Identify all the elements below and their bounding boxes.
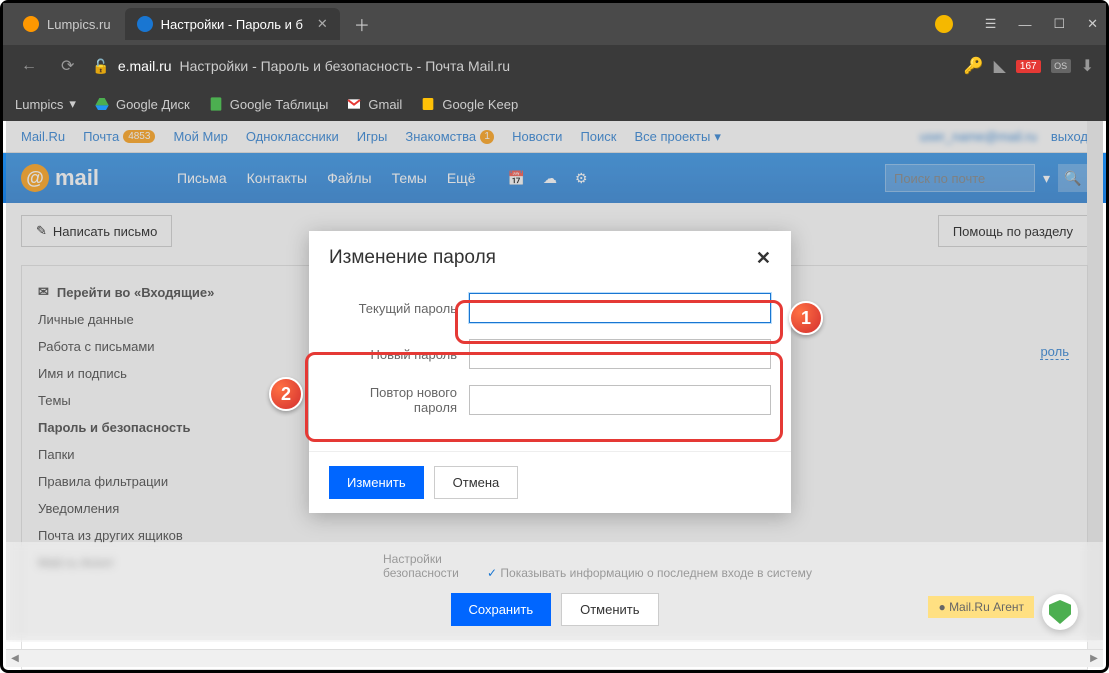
reload-button[interactable]: ⟳	[55, 56, 80, 76]
url-path: Настройки - Пароль и безопасность - Почт…	[180, 58, 510, 74]
extension-badge[interactable]: OS	[1051, 59, 1071, 73]
scroll-left-arrow[interactable]: ◀	[6, 651, 24, 667]
bookmark-gkeep[interactable]: Google Keep	[420, 96, 518, 112]
save-button[interactable]: Сохранить	[450, 593, 551, 626]
minimize-button[interactable]: —	[1018, 17, 1031, 32]
extension-icon[interactable]	[935, 15, 953, 33]
browser-titlebar: Lumpics.ru Настройки - Пароль и б ✕ ＋ ☰ …	[3, 3, 1106, 45]
browser-urlbar: ← ⟳ 🔓 e.mail.ru Настройки - Пароль и без…	[3, 45, 1106, 87]
browser-tab-active[interactable]: Настройки - Пароль и б ✕	[125, 8, 340, 40]
scroll-track[interactable]	[24, 651, 1085, 667]
repeat-password-input[interactable]	[469, 385, 771, 415]
cancel-bottom-button[interactable]: Отменить	[561, 593, 658, 626]
agent-badge[interactable]: ● Mail.Ru Агент	[928, 596, 1034, 618]
browser-tab-inactive[interactable]: Lumpics.ru	[11, 8, 123, 40]
bottom-checkbox-text: ✓ Показывать информацию о последнем вход…	[487, 566, 812, 580]
submit-button[interactable]: Изменить	[329, 466, 424, 499]
bookmark-icon[interactable]: ◣	[994, 56, 1006, 76]
horizontal-scrollbar[interactable]: ◀ ▶	[6, 649, 1103, 667]
download-icon[interactable]: ⬇	[1081, 56, 1094, 76]
shield-icon[interactable]	[1042, 594, 1078, 630]
current-password-input[interactable]	[469, 293, 771, 323]
bookmark-lumpics[interactable]: Lumpics ▾	[15, 96, 76, 112]
annotation-badge-1: 1	[789, 301, 823, 335]
maximize-button[interactable]: ☐	[1053, 16, 1065, 32]
cancel-button[interactable]: Отмена	[434, 466, 519, 499]
bookmarks-bar: Lumpics ▾ Google Диск Google Таблицы Gma…	[3, 87, 1106, 121]
scroll-right-arrow[interactable]: ▶	[1085, 651, 1103, 667]
lock-icon: 🔓	[92, 58, 109, 75]
tab-title: Lumpics.ru	[47, 17, 111, 32]
password-change-modal: Изменение пароля ✕ Текущий пароль Новый …	[309, 231, 791, 513]
bookmark-gsheets[interactable]: Google Таблицы	[208, 96, 329, 112]
bookmark-gmail[interactable]: Gmail	[346, 96, 402, 112]
new-password-input[interactable]	[469, 339, 771, 369]
notification-badge[interactable]: 167	[1016, 60, 1041, 73]
url-bar-icons: 🔑 ◣ 167 OS ⬇	[964, 56, 1094, 76]
tab-close-icon[interactable]: ✕	[317, 16, 328, 32]
favicon	[23, 16, 39, 32]
url-domain: e.mail.ru	[118, 58, 172, 74]
url-box[interactable]: 🔓 e.mail.ru Настройки - Пароль и безопас…	[92, 58, 951, 75]
current-password-label: Текущий пароль	[329, 301, 469, 316]
modal-close-button[interactable]: ✕	[756, 248, 771, 269]
bookmark-gdrive[interactable]: Google Диск	[94, 96, 190, 112]
new-password-label: Новый пароль	[329, 347, 469, 362]
repeat-password-label: Повтор нового пароля	[329, 385, 469, 415]
key-icon[interactable]: 🔑	[964, 56, 984, 76]
close-window-button[interactable]: ✕	[1087, 16, 1098, 32]
new-tab-button[interactable]: ＋	[342, 12, 382, 36]
bottom-settings-label: Настройки безопасности	[383, 552, 459, 580]
back-button[interactable]: ←	[15, 57, 43, 75]
menu-icon[interactable]: ☰	[985, 16, 997, 32]
tab-title: Настройки - Пароль и б	[161, 17, 303, 32]
modal-title: Изменение пароля	[329, 247, 496, 269]
bottom-buttons: Сохранить Отменить	[450, 593, 658, 626]
annotation-badge-2: 2	[269, 377, 303, 411]
favicon	[137, 16, 153, 32]
window-controls: ☰ — ☐ ✕	[935, 15, 1098, 33]
